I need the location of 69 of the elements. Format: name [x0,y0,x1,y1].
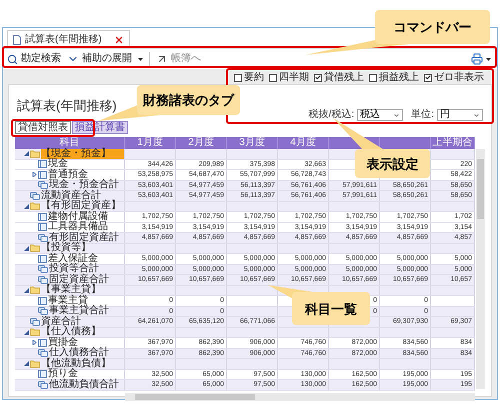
check-icon [425,74,431,81]
ledger-icon [38,223,47,232]
page-title: 試算表(年間推移) [17,99,117,112]
callout-text: 表示設定 [366,157,418,170]
account-name[interactable]: 預り金 [48,369,78,380]
checkbox-label: 貸借残上 [324,72,364,82]
account-name[interactable]: 仕入債務合計 [49,348,109,358]
account-name[interactable]: 現金 [48,159,68,170]
account-name[interactable]: 有形固定資産計 [49,232,119,243]
select-label: 単位: [411,110,434,120]
vertical-scrollbar[interactable] [476,149,485,389]
callout-text: コマンドバー [394,20,472,34]
account-name[interactable]: 【他流動負債】 [41,358,111,369]
callout-text: 科目一覧 [305,302,357,315]
account-name[interactable]: 事業主貸合計 [49,306,109,316]
account-name[interactable]: 工具器具備品 [48,222,108,232]
checkbox[interactable] [369,74,377,82]
checkbox[interactable] [424,74,432,82]
account-name[interactable]: 資産合計 [41,316,81,327]
checkbox[interactable] [269,74,277,82]
account-name[interactable]: 他流動負債合計 [49,380,119,390]
printer-icon [471,53,483,65]
column-header: 4月度 [290,138,316,148]
account-name[interactable]: 事業主貸 [48,296,88,306]
arrow-icon [156,53,168,65]
column-header: 科目 [60,138,80,148]
checkbox-label: ゼロ非表示 [434,72,484,82]
expand-icon[interactable] [32,340,36,346]
column-header: 上半期合 [432,138,472,148]
account-name[interactable]: 買掛金 [48,338,78,348]
check-icon [315,74,321,81]
checkbox[interactable] [314,74,322,82]
toolbar-button[interactable]: 補助の展開 [67,53,143,65]
print-button[interactable] [471,53,491,65]
checkbox-label: 四半期 [279,72,309,82]
account-name[interactable]: 【事業主貸】 [41,285,101,296]
ledger-icon [38,170,47,179]
account-name[interactable]: 現金・預金合計 [49,180,119,190]
account-name[interactable]: 流動資産合計 [41,190,101,201]
account-name[interactable]: 【現金・預金】 [41,149,124,158]
caret-icon [486,58,491,60]
account-name[interactable]: 普通預金 [48,170,88,180]
callout-text: 財務諸表のタブ [143,94,234,106]
dropdown-field[interactable]: 税込 [357,109,404,121]
account-name[interactable]: 建物付属設備 [48,212,108,222]
column-header: 2月度 [188,138,214,148]
checkbox[interactable] [234,74,242,82]
document-icon [13,34,21,44]
account-name[interactable]: 差入保証金 [48,254,98,264]
search-icon [7,54,18,64]
checkbox-label: 要約 [244,72,264,82]
chevron-down-icon [473,112,480,118]
column-header: 3月度 [239,138,265,148]
close-icon[interactable] [114,34,124,44]
tab-title: 試算表(年間推移) [25,34,102,44]
horizontal-scrollbar[interactable] [125,392,475,400]
chevron-down-icon [393,112,400,118]
account-name[interactable]: 投資等合計 [49,264,99,274]
dropdown-field[interactable]: 円 [437,109,483,121]
account-name[interactable]: 【投資等】 [41,243,91,254]
checkbox-label: 損益残上 [379,72,419,82]
statement-tab[interactable]: 貸借対照表 [15,121,71,134]
select-label: 税抜/税込: [308,110,354,120]
account-name[interactable]: 【仕入債務】 [41,327,101,338]
account-name[interactable]: 固定資産合計 [49,274,109,285]
account-name[interactable]: 【有形固定資産】 [41,201,121,212]
expand-icon[interactable] [32,172,36,178]
toolbar-button[interactable]: 勘定検索 [7,54,61,64]
column-header: 1月度 [137,138,163,148]
